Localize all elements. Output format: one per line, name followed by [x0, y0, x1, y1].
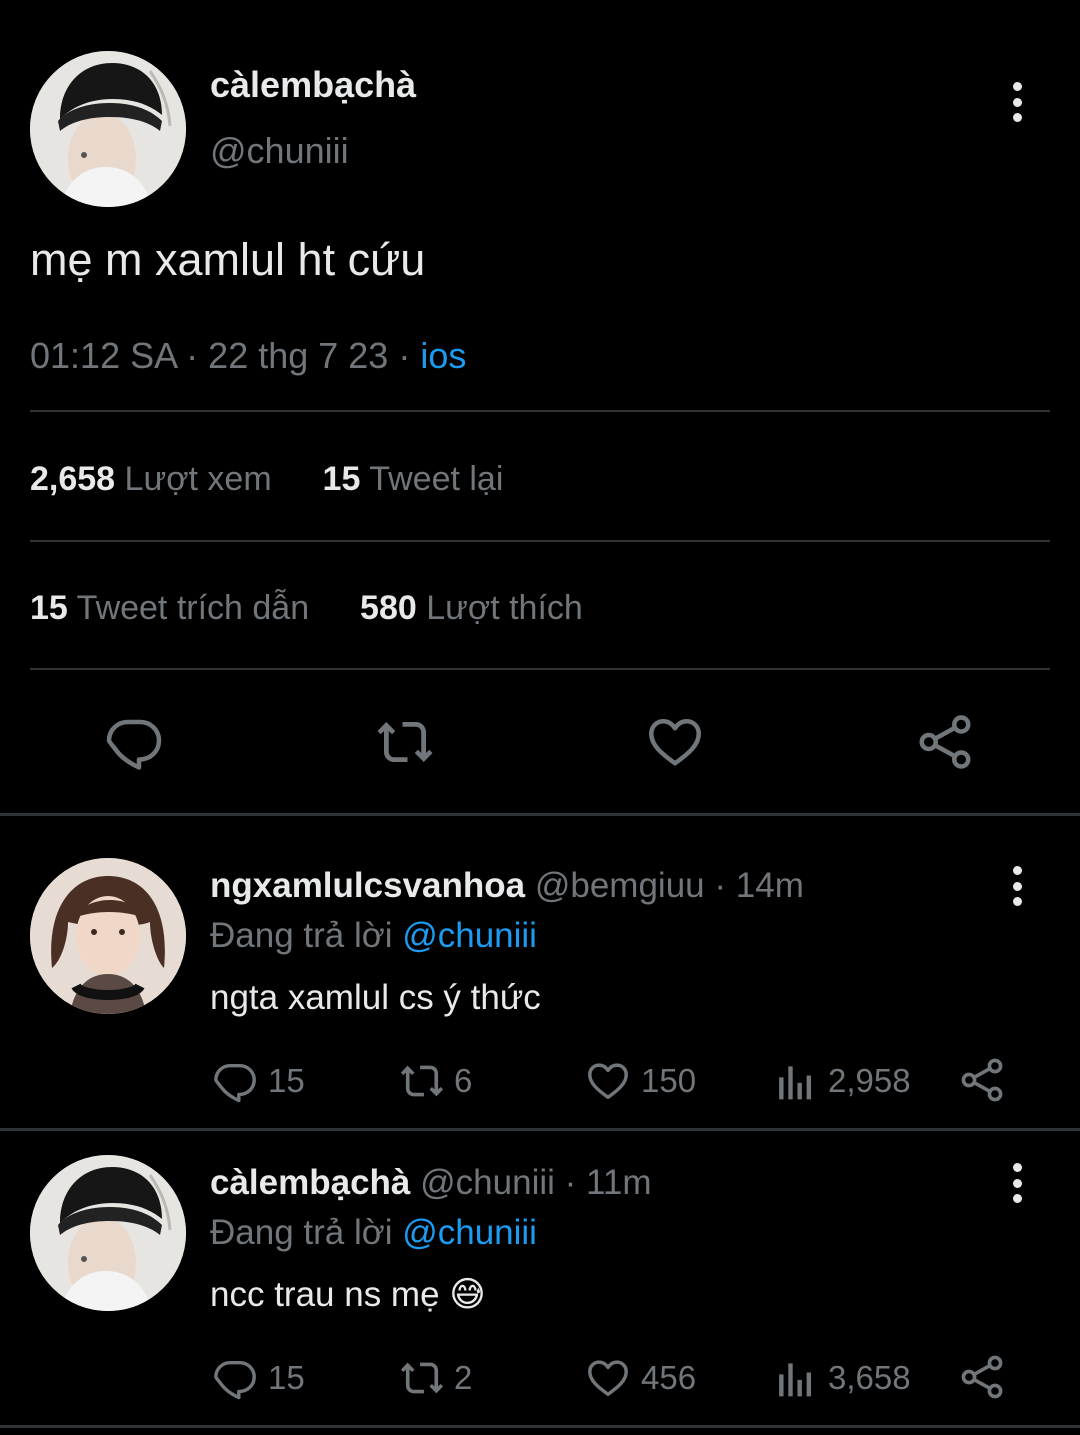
- section-divider: [0, 1128, 1080, 1131]
- retweet-icon: [396, 1355, 448, 1401]
- share-icon: [958, 1056, 1006, 1104]
- reply-display-name[interactable]: ngxamlulcsvanhoa: [210, 866, 525, 905]
- likes-stat[interactable]: 580 Lượt thích: [360, 589, 583, 627]
- retweet-icon: [396, 1058, 448, 1104]
- quotes-stat[interactable]: 15 Tweet trích dẫn: [30, 589, 319, 627]
- retweet-count: 2: [454, 1359, 473, 1396]
- section-divider: [0, 813, 1080, 816]
- replying-to-handle[interactable]: @chuniii: [402, 1213, 537, 1252]
- retweet-icon[interactable]: [372, 712, 438, 777]
- reply-text-row: ncc trau ns mẹ 😅: [210, 1275, 486, 1315]
- reply-action[interactable]: 15: [212, 1355, 305, 1401]
- views-action[interactable]: 2,958: [774, 1058, 911, 1104]
- share-action[interactable]: [958, 1353, 1006, 1401]
- reply-time[interactable]: 14m: [736, 866, 804, 905]
- views-icon: [774, 1355, 818, 1401]
- stats-row-1: 2,658 Lượt xem 15 Tweet lại: [30, 460, 503, 499]
- retweets-stat[interactable]: 15 Tweet lại: [323, 460, 504, 498]
- reply-handle[interactable]: @bemgiuu: [535, 866, 705, 905]
- reply-count: 15: [268, 1062, 305, 1099]
- tweet-timestamp: 01:12 SA · 22 thg 7 23 · ios: [30, 335, 466, 377]
- reply-display-name[interactable]: càlembạchà: [210, 1163, 410, 1202]
- retweet-action[interactable]: 6: [396, 1058, 472, 1104]
- replying-to-label: Đang trả lời: [210, 1213, 393, 1252]
- avatar-image: [30, 51, 186, 207]
- share-icon[interactable]: [915, 712, 975, 777]
- like-action[interactable]: 150: [585, 1058, 696, 1104]
- view-count: 2,958: [828, 1062, 911, 1099]
- reply-header: ngxamlulcsvanhoa @bemgiuu · 14m: [210, 866, 804, 906]
- divider: [30, 668, 1050, 670]
- like-icon[interactable]: [645, 712, 705, 777]
- reply-count: 15: [268, 1359, 305, 1396]
- reply-text: ncc trau ns mẹ: [210, 1275, 440, 1314]
- views-stat[interactable]: 2,658 Lượt xem: [30, 460, 281, 498]
- views-icon: [774, 1058, 818, 1104]
- reply-avatar[interactable]: [30, 858, 186, 1014]
- reply-time[interactable]: 11m: [586, 1163, 652, 1202]
- reply-icon[interactable]: [104, 712, 164, 777]
- like-count: 150: [641, 1062, 697, 1099]
- reply-header: càlembạchà @chuniii · 11m: [210, 1163, 652, 1203]
- quotes-label: Tweet trích dẫn: [76, 589, 310, 627]
- retweets-count: 15: [322, 460, 361, 498]
- separator-dot: ·: [186, 335, 199, 376]
- share-icon: [958, 1353, 1006, 1401]
- avatar-image: [30, 858, 186, 1014]
- author-display-name[interactable]: càlembạchà: [210, 64, 416, 106]
- author-handle[interactable]: @chuniii: [210, 130, 349, 172]
- reply-avatar[interactable]: [30, 1155, 186, 1311]
- reply-icon: [212, 1058, 258, 1104]
- like-icon: [585, 1355, 631, 1401]
- reply-text: ngta xamlul cs ý thức: [210, 978, 541, 1017]
- views-action[interactable]: 3,658: [774, 1355, 911, 1401]
- likes-label: Lượt thích: [426, 589, 583, 627]
- reply-handle[interactable]: @chuniii: [420, 1163, 555, 1202]
- likes-count: 580: [360, 589, 417, 627]
- views-label: Lượt xem: [124, 460, 272, 498]
- tweet-text: mẹ m xamlul ht cứu: [30, 234, 426, 285]
- divider: [30, 410, 1050, 412]
- replying-to: Đang trả lời @chuniii: [210, 1213, 537, 1253]
- tweet-time: 01:12 SA: [30, 335, 177, 376]
- tweet-source-link[interactable]: ios: [420, 335, 466, 376]
- more-options-icon[interactable]: [1005, 1163, 1029, 1203]
- replying-to-label: Đang trả lời: [210, 916, 393, 955]
- quotes-count: 15: [30, 589, 68, 627]
- view-count: 3,658: [828, 1359, 911, 1396]
- more-options-icon[interactable]: [1005, 82, 1029, 122]
- divider: [30, 540, 1050, 542]
- author-avatar[interactable]: [30, 51, 186, 207]
- separator-dot: ·: [714, 866, 727, 905]
- stats-row-2: 15 Tweet trích dẫn 580 Lượt thích: [30, 589, 583, 628]
- avatar-image: [30, 1155, 186, 1311]
- retweets-label: Tweet lại: [369, 460, 504, 498]
- more-options-icon[interactable]: [1005, 866, 1029, 906]
- section-divider: [0, 1425, 1080, 1428]
- retweet-count: 6: [454, 1062, 473, 1099]
- tweet-date: 22 thg 7 23: [208, 335, 389, 376]
- separator-dot: ·: [564, 1163, 577, 1202]
- replying-to-handle[interactable]: @chuniii: [402, 916, 537, 955]
- retweet-action[interactable]: 2: [396, 1355, 472, 1401]
- reply-action[interactable]: 15: [212, 1058, 305, 1104]
- like-icon: [585, 1058, 631, 1104]
- like-action[interactable]: 456: [585, 1355, 696, 1401]
- views-count: 2,658: [30, 460, 116, 498]
- reply-icon: [212, 1355, 258, 1401]
- sweat-smile-emoji: 😅: [449, 1275, 486, 1314]
- replying-to: Đang trả lời @chuniii: [210, 916, 537, 956]
- like-count: 456: [641, 1359, 697, 1396]
- separator-dot: ·: [398, 335, 411, 376]
- share-action[interactable]: [958, 1056, 1006, 1104]
